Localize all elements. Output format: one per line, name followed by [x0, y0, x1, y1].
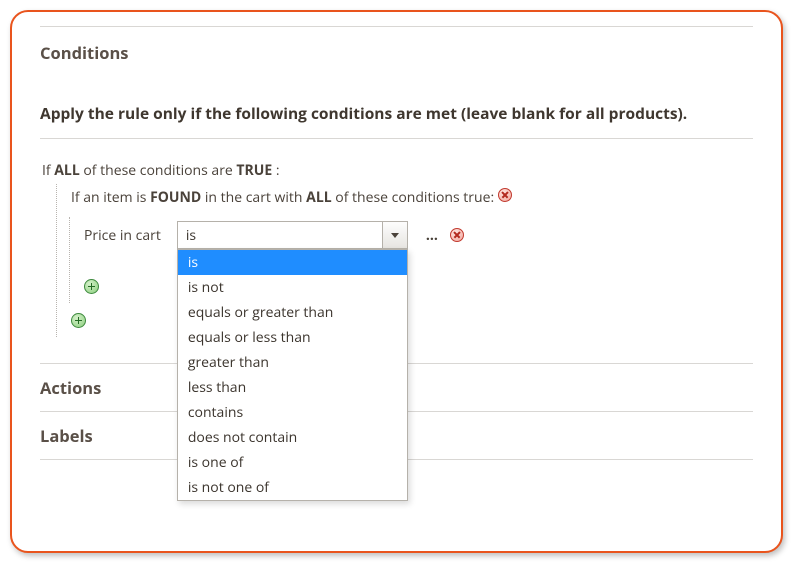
- add-condition-row: [69, 309, 753, 337]
- value-true[interactable]: TRUE: [236, 161, 272, 180]
- divider: [40, 138, 753, 139]
- rule-panel: Conditions Apply the rule only if the fo…: [10, 10, 783, 553]
- value-chooser[interactable]: ...: [420, 226, 444, 245]
- item-found[interactable]: FOUND: [150, 188, 201, 207]
- operator-option[interactable]: less than: [178, 375, 407, 400]
- rule-header: Apply the rule only if the following con…: [40, 80, 753, 138]
- condition-group-level1: If an item is FOUND in the cart with ALL…: [56, 184, 753, 337]
- text: in the cart with: [201, 188, 306, 207]
- text: :: [272, 161, 279, 180]
- text: If an item is: [71, 188, 150, 207]
- item-all[interactable]: ALL: [306, 188, 331, 207]
- condition-attribute-row: Price in cart is isis notequals or great…: [82, 217, 753, 253]
- condition-item-in-cart: If an item is FOUND in the cart with ALL…: [69, 184, 753, 211]
- operator-option[interactable]: contains: [178, 400, 407, 425]
- remove-icon[interactable]: [450, 228, 464, 242]
- add-icon[interactable]: [84, 279, 99, 294]
- operator-option[interactable]: greater than: [178, 350, 407, 375]
- text: If: [42, 161, 54, 180]
- operator-option[interactable]: is not: [178, 275, 407, 300]
- section-title-labels: Labels: [40, 412, 93, 459]
- operator-option[interactable]: equals or greater than: [178, 300, 407, 325]
- conditions-block: If ALL of these conditions are TRUE : If…: [40, 157, 753, 337]
- chevron-down-icon[interactable]: [382, 221, 408, 249]
- condition-group-level2: Price in cart is isis notequals or great…: [69, 217, 753, 303]
- aggregator-all[interactable]: ALL: [54, 161, 79, 180]
- operator-option[interactable]: is not one of: [178, 475, 407, 500]
- remove-icon[interactable]: [498, 188, 512, 202]
- operator-dropdown[interactable]: isis notequals or greater thanequals or …: [177, 249, 408, 501]
- add-icon[interactable]: [71, 313, 86, 328]
- operator-option[interactable]: is one of: [178, 450, 407, 475]
- text: of these conditions are: [80, 161, 237, 180]
- operator-option[interactable]: is: [178, 250, 407, 275]
- condition-root: If ALL of these conditions are TRUE :: [40, 157, 753, 184]
- section-title-actions: Actions: [40, 364, 101, 411]
- operator-option[interactable]: does not contain: [178, 425, 407, 450]
- text: of these conditions true:: [332, 188, 498, 207]
- attribute-label[interactable]: Price in cart: [84, 226, 161, 245]
- operator-selected: is: [178, 222, 382, 249]
- operator-option[interactable]: equals or less than: [178, 325, 407, 350]
- section-title-conditions: Conditions: [40, 27, 753, 80]
- operator-select[interactable]: is isis notequals or greater thanequals …: [177, 221, 382, 249]
